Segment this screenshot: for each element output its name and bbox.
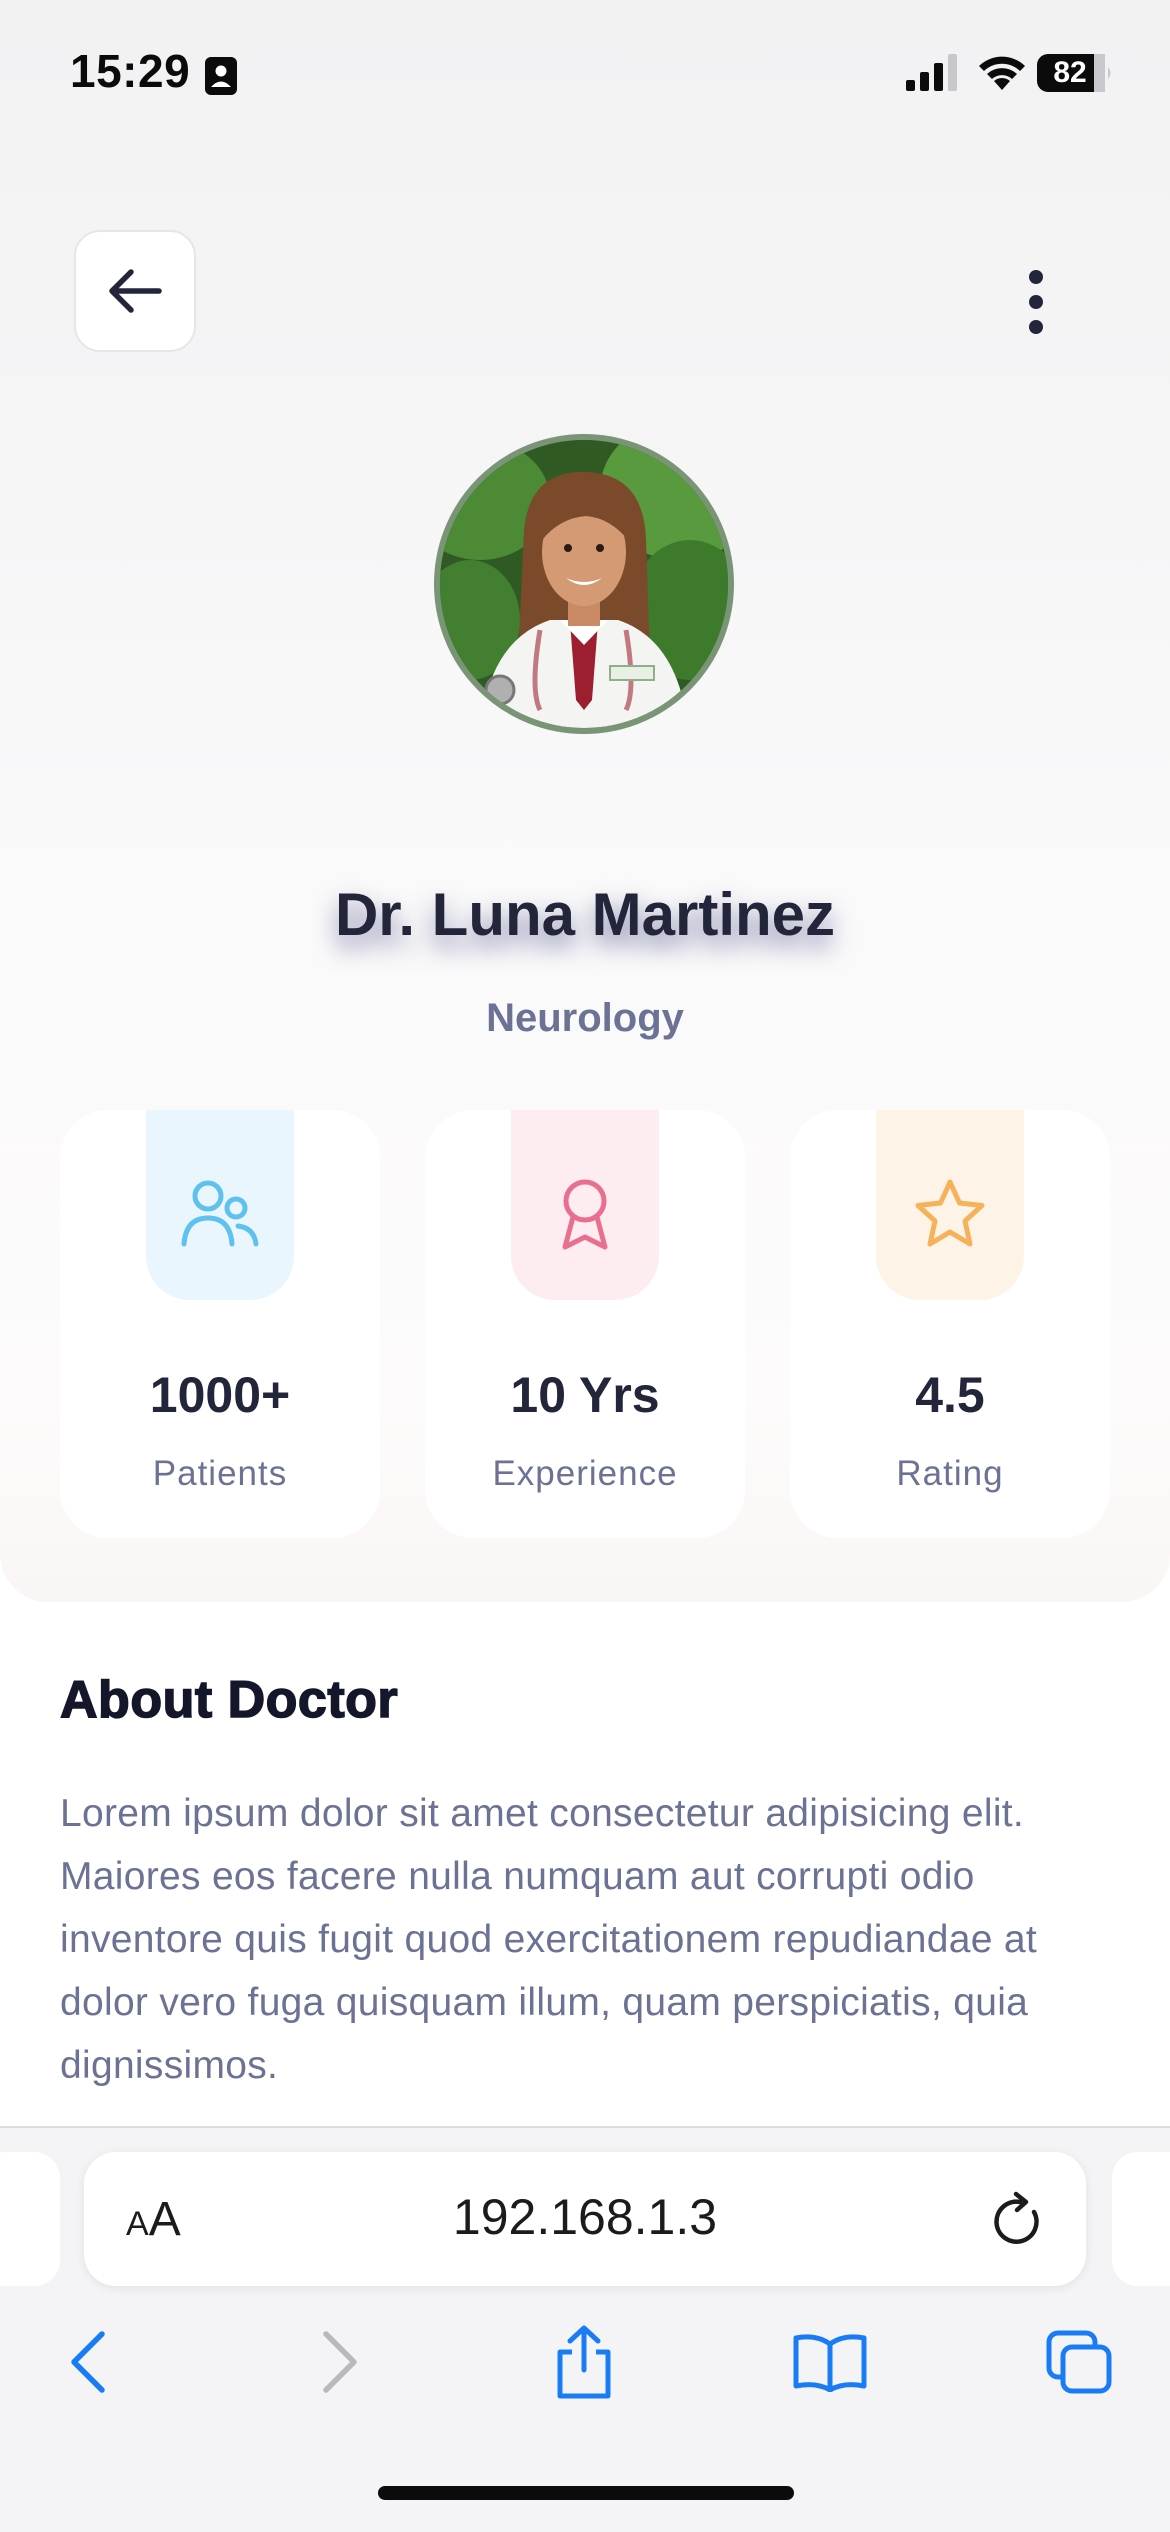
doctor-specialty: Neurology [486, 996, 684, 1040]
about-text: Lorem ipsum dolor sit amet consectetur a… [60, 1792, 1037, 2087]
bookmarks-button[interactable] [790, 2322, 870, 2402]
doctor-photo [440, 440, 728, 728]
share-icon [557, 2325, 611, 2399]
status-bar: 15:29 82 [0, 0, 1170, 140]
chevron-left-icon [71, 2331, 105, 2393]
browser-forward-button[interactable] [300, 2322, 380, 2402]
more-options-button[interactable] [1000, 262, 1072, 342]
stat-card-patients: 1000+ Patients [60, 1110, 380, 1538]
stat-icon-tab [876, 1110, 1024, 1300]
back-button[interactable] [74, 230, 196, 352]
more-vertical-icon [1029, 270, 1043, 334]
battery-level: 82 [1053, 56, 1087, 89]
reload-icon[interactable] [990, 2190, 1046, 2250]
contact-card-icon [205, 57, 237, 95]
url-text[interactable]: 192.168.1.3 [84, 2188, 1086, 2246]
stat-icon-tab [511, 1110, 659, 1300]
tabs-icon [1046, 2330, 1112, 2394]
stat-card-experience: 10 Yrs Experience [425, 1110, 745, 1538]
stat-label: Experience [492, 1454, 678, 1493]
award-ribbon-icon [562, 1179, 608, 1250]
doctor-avatar [434, 434, 734, 734]
share-button[interactable] [544, 2322, 624, 2402]
chevron-right-icon [323, 2331, 357, 2393]
stat-label: Patients [152, 1454, 288, 1493]
wifi-icon [979, 56, 1025, 90]
cellular-signal-icon [906, 54, 957, 91]
stat-card-rating: 4.5 Rating [790, 1110, 1110, 1538]
about-title: About Doctor [59, 1670, 399, 1730]
book-open-icon [793, 2334, 867, 2392]
home-indicator [378, 2486, 794, 2500]
stat-value: 10 Yrs [510, 1367, 660, 1423]
arrow-left-icon [109, 269, 162, 313]
stat-value: 1000+ [149, 1367, 291, 1423]
battery-indicator: 82 [1036, 52, 1114, 94]
star-icon [915, 1179, 985, 1247]
doctor-name: Dr. Luna Martinez [334, 881, 836, 948]
stat-label: Rating [896, 1454, 1004, 1493]
users-icon [181, 1180, 259, 1247]
previous-tab-preview[interactable] [0, 2152, 60, 2286]
next-tab-preview[interactable] [1112, 2152, 1170, 2286]
tabs-button[interactable] [1040, 2322, 1120, 2402]
stat-value: 4.5 [915, 1367, 985, 1423]
browser-back-button[interactable] [48, 2322, 128, 2402]
stat-icon-tab [146, 1110, 294, 1300]
status-time: 15:29 [70, 45, 191, 97]
